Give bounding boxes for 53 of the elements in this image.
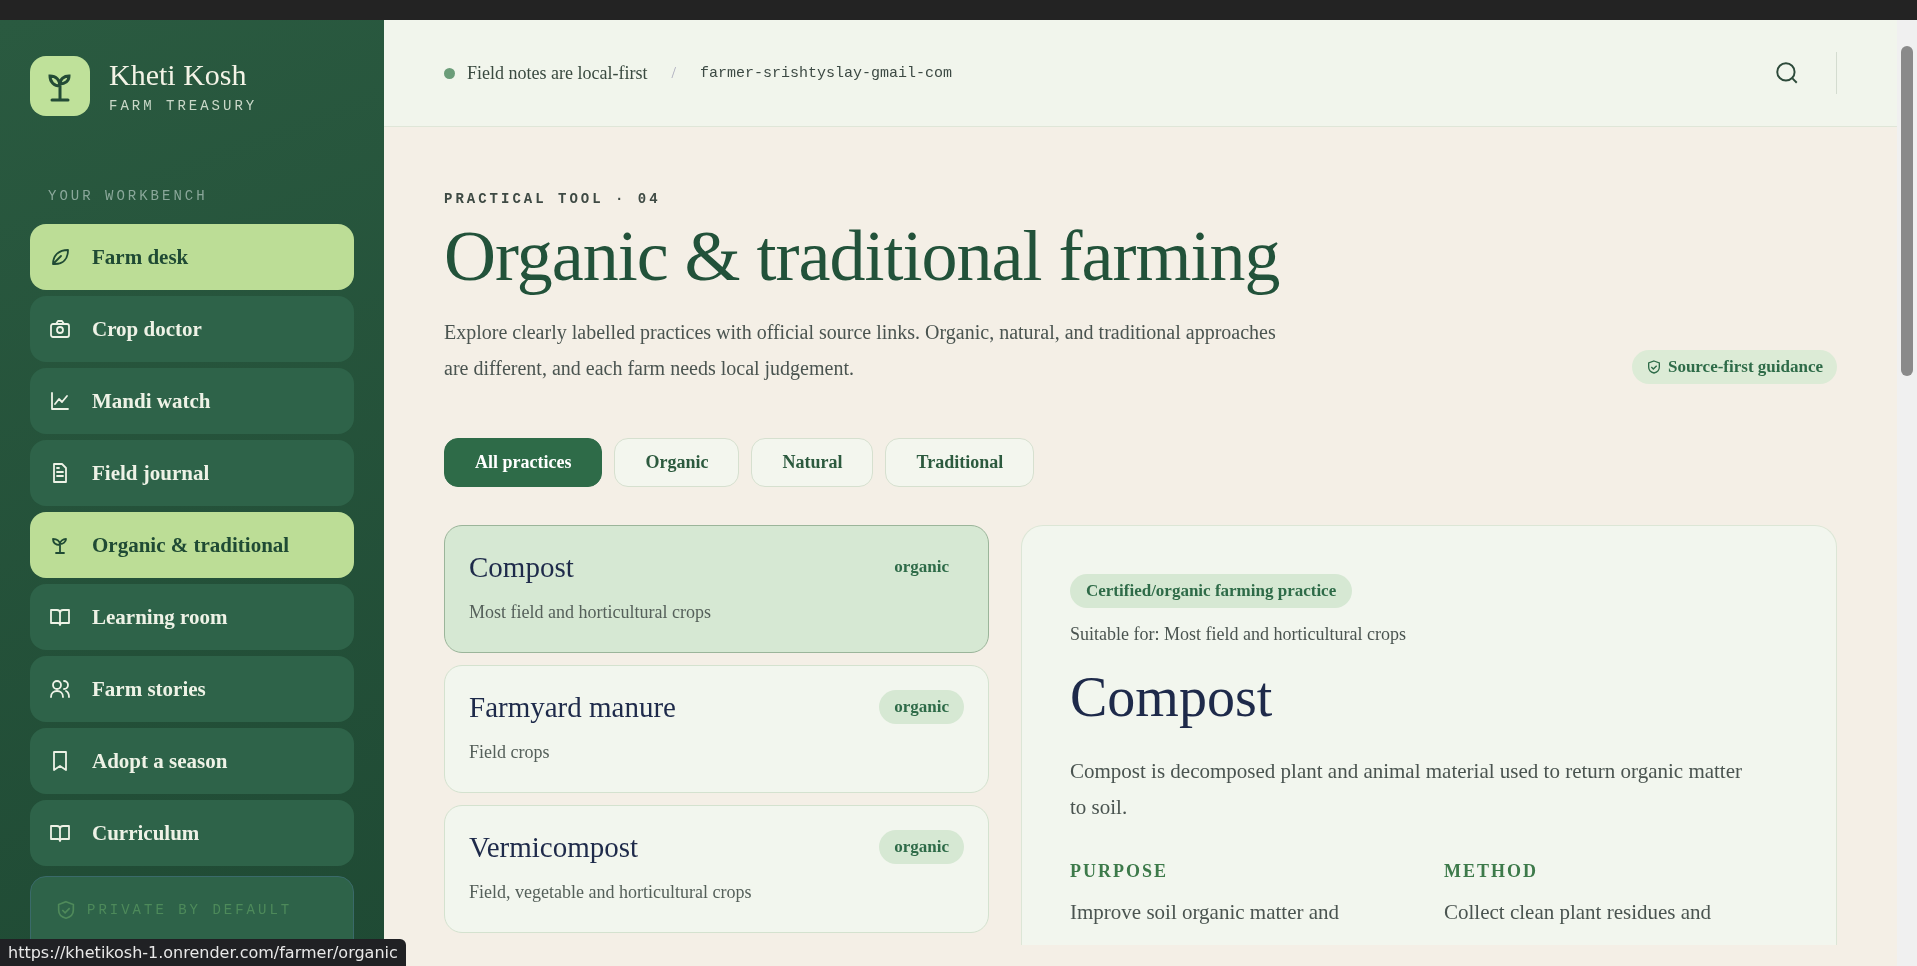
filter-tab[interactable]: All practices <box>444 438 603 488</box>
badge-label: Source-first guidance <box>1667 357 1823 378</box>
sprout-logo-icon <box>30 56 90 116</box>
nav-item[interactable]: Learning room <box>30 584 354 650</box>
nav-item[interactable]: Crop doctor <box>30 296 354 362</box>
filter-tab[interactable]: Natural <box>751 438 874 488</box>
practice-crops: Field crops <box>469 742 551 764</box>
practice-card[interactable]: Compost organic Most field and horticultural crops <box>444 525 989 654</box>
brand-name: Kheti Kosh <box>109 58 248 92</box>
nav-item[interactable]: Mandi watch <box>30 368 354 434</box>
camera-icon <box>48 317 72 341</box>
section-heading: YOUR WORKBENCH <box>48 188 209 204</box>
practice-crops: Most field and horticultural crops <box>469 602 712 624</box>
nav-item[interactable]: Adopt a season <box>30 728 354 794</box>
scrollbar[interactable] <box>1897 20 1917 966</box>
practice-tag: organic <box>879 830 964 865</box>
section-heading: METHOD <box>1444 860 1539 882</box>
practice-card[interactable]: Farmyard manure organic Field crops <box>444 665 989 794</box>
intro-text: Explore clearly labelled practices with official source links. Organic, natural, and traditional approaches are different, and each farm needs local judgement. <box>444 320 1277 382</box>
shield-check-icon <box>55 899 77 921</box>
section-text: Collect clean plant residues and <box>1444 899 1713 925</box>
link-preview: https://khetikosh-1.onrender.com/farmer/organic <box>0 939 406 966</box>
practice-card[interactable]: Vermicompost organic Field, vegetable and horticultural crops <box>444 805 989 934</box>
status-text: Field notes are local-first <box>467 62 648 84</box>
practice-name: Compost <box>469 550 574 584</box>
nav-item[interactable]: Curriculum <box>30 800 354 866</box>
page-title: Organic & traditional farming <box>444 217 1281 297</box>
practice-tag: organic <box>879 690 964 725</box>
brand-tagline: FARM TREASURY <box>109 98 258 114</box>
shield-check-icon <box>1645 359 1662 376</box>
line-chart-icon <box>48 389 72 413</box>
practice-crops: Field, vegetable and horticultural crops <box>469 882 753 904</box>
filter-tab[interactable]: Traditional <box>885 438 1035 488</box>
practice-name: Vermicompost <box>469 830 639 864</box>
detail-title: Compost <box>1070 667 1274 729</box>
status-dot <box>444 67 455 79</box>
section-text: Improve soil organic matter and <box>1070 899 1341 925</box>
category-chip: Certified/organic farming practice <box>1070 574 1353 609</box>
nav-item[interactable]: Farm stories <box>30 656 354 722</box>
practice-name: Farmyard manure <box>469 690 676 724</box>
nav-item[interactable]: Organic & traditional <box>30 512 354 578</box>
suitable-text: Suitable for: Most field and horticultural crops <box>1070 624 1407 646</box>
user-id: farmer-srishtyslay-gmail-com <box>699 64 952 82</box>
practice-tag: organic <box>879 550 964 585</box>
breadcrumb-separator: / <box>671 64 676 82</box>
filter-tab[interactable]: Organic <box>614 438 740 488</box>
search-icon[interactable] <box>1774 60 1800 86</box>
nav-item[interactable]: Farm desk <box>30 224 354 290</box>
section-heading: PURPOSE <box>1070 860 1169 882</box>
eyebrow-label: PRACTICAL TOOL · 04 <box>444 191 662 207</box>
people-icon <box>48 677 72 701</box>
nav-item[interactable]: Field journal <box>30 440 354 506</box>
detail-summary: Compost is decomposed plant and animal material used to return organic matter to soil. <box>1070 757 1744 821</box>
